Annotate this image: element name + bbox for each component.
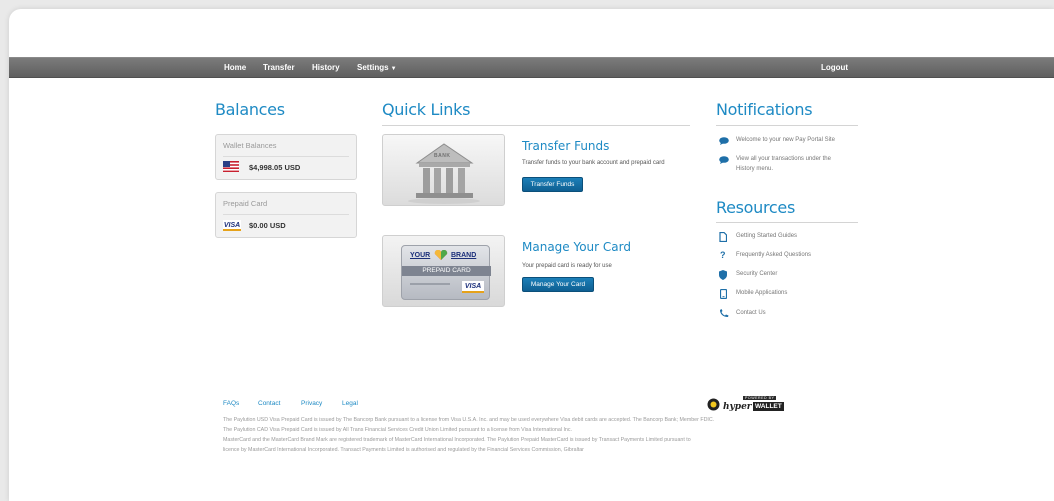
notification-text: View all your transactions under the — [736, 156, 831, 162]
notification-item: Welcome to your new Pay Portal Site — [736, 135, 835, 145]
wallet-label: WALLET — [753, 402, 784, 411]
wallet-balance-amount: $4,998.05 USD — [249, 163, 301, 172]
footer-link-faqs[interactable]: FAQs — [223, 400, 239, 407]
manage-card-title: Manage Your Card — [522, 240, 631, 254]
document-icon — [719, 232, 727, 242]
footer-link-legal[interactable]: Legal — [342, 400, 358, 407]
top-nav-bar: Home Transfer History Settings ▼ Logout — [9, 57, 1054, 78]
nav-logout[interactable]: Logout — [821, 63, 848, 72]
footer-link-contact[interactable]: Contact — [258, 400, 280, 407]
resource-getting-started[interactable]: Getting Started Guides — [736, 233, 797, 239]
resource-mobile-applications[interactable]: Mobile Applications — [736, 290, 787, 296]
resources-rule — [716, 222, 858, 223]
hyperwallet-logo-icon — [707, 398, 720, 411]
footer-link-privacy[interactable]: Privacy — [301, 400, 322, 407]
mobile-icon — [720, 289, 727, 299]
hyperwallet-badge: POWERED BY hyper WALLET — [707, 396, 797, 412]
footer-legal-line: The Paylution CAD Visa Prepaid Card is i… — [223, 427, 572, 433]
bank-image: BANK — [382, 134, 505, 206]
transfer-funds-button[interactable]: Transfer Funds — [522, 177, 583, 192]
transfer-funds-title: Transfer Funds — [522, 139, 610, 153]
wallet-balance-panel: Wallet Balances $4,998.05 USD — [215, 134, 357, 180]
transfer-funds-description: Transfer funds to your bank account and … — [522, 160, 665, 166]
nav-settings-label: Settings — [357, 63, 389, 72]
manage-card-description: Your prepaid card is ready for use — [522, 263, 612, 269]
card-brand-label: BRAND — [451, 252, 477, 259]
resource-contact-us[interactable]: Contact Us — [736, 310, 766, 316]
visa-icon: VISA — [223, 220, 241, 231]
notification-text: History menu. — [736, 166, 774, 172]
nav-settings[interactable]: Settings ▼ — [357, 63, 397, 72]
shield-icon — [719, 270, 727, 280]
card-number-line — [410, 283, 450, 285]
quick-links-title: Quick Links — [382, 100, 471, 119]
nav-home[interactable]: Home — [224, 63, 246, 72]
manage-card-button[interactable]: Manage Your Card — [522, 277, 594, 292]
notification-text: Welcome to your new Pay Portal Site — [736, 137, 835, 143]
browser-window: Home Transfer History Settings ▼ Logout B… — [9, 9, 1054, 501]
footer-legal-line: licence by MasterCard International Inco… — [223, 447, 584, 453]
resources-title: Resources — [716, 198, 796, 217]
heart-logo-icon — [434, 250, 448, 260]
nav-transfer[interactable]: Transfer — [263, 63, 295, 72]
resource-faq[interactable]: Frequently Asked Questions — [736, 252, 811, 258]
panel-divider — [223, 214, 349, 215]
prepaid-card-amount: $0.00 USD — [249, 221, 286, 230]
chat-bubble-icon — [719, 156, 729, 164]
resource-security-center[interactable]: Security Center — [736, 271, 777, 277]
bank-image-label: BANK — [434, 153, 451, 159]
footer-legal-line: MasterCard and the MasterCard Brand Mark… — [223, 437, 691, 443]
card-visa-logo: VISA — [462, 281, 484, 293]
prepaid-card-panel: Prepaid Card VISA $0.00 USD — [215, 192, 357, 238]
wallet-balance-label: Wallet Balances — [223, 141, 277, 150]
hyper-label: hyper — [723, 402, 752, 412]
us-flag-icon — [223, 161, 239, 172]
card-graphic: YOUR BRAND PREPAID CARD VISA — [401, 245, 491, 300]
phone-icon — [720, 309, 729, 317]
bank-building-icon — [408, 143, 480, 204]
footer-legal-line: The Paylution USD Visa Prepaid Card is i… — [223, 417, 715, 423]
notifications-title: Notifications — [716, 100, 813, 119]
card-type-label: PREPAID CARD — [402, 266, 491, 276]
caret-down-icon: ▼ — [390, 66, 397, 72]
notification-item: View all your transactions under the His… — [736, 154, 831, 174]
card-your-label: YOUR — [410, 252, 431, 259]
nav-history[interactable]: History — [312, 63, 340, 72]
powered-by-label: POWERED BY — [743, 396, 777, 400]
chat-bubble-icon — [719, 137, 729, 145]
balances-title: Balances — [215, 100, 285, 119]
question-icon: ? — [720, 250, 726, 260]
prepaid-card-image: YOUR BRAND PREPAID CARD VISA — [382, 235, 505, 307]
prepaid-card-label: Prepaid Card — [223, 199, 268, 208]
notifications-rule — [716, 125, 858, 126]
quick-links-rule — [382, 125, 690, 126]
panel-divider — [223, 156, 349, 157]
